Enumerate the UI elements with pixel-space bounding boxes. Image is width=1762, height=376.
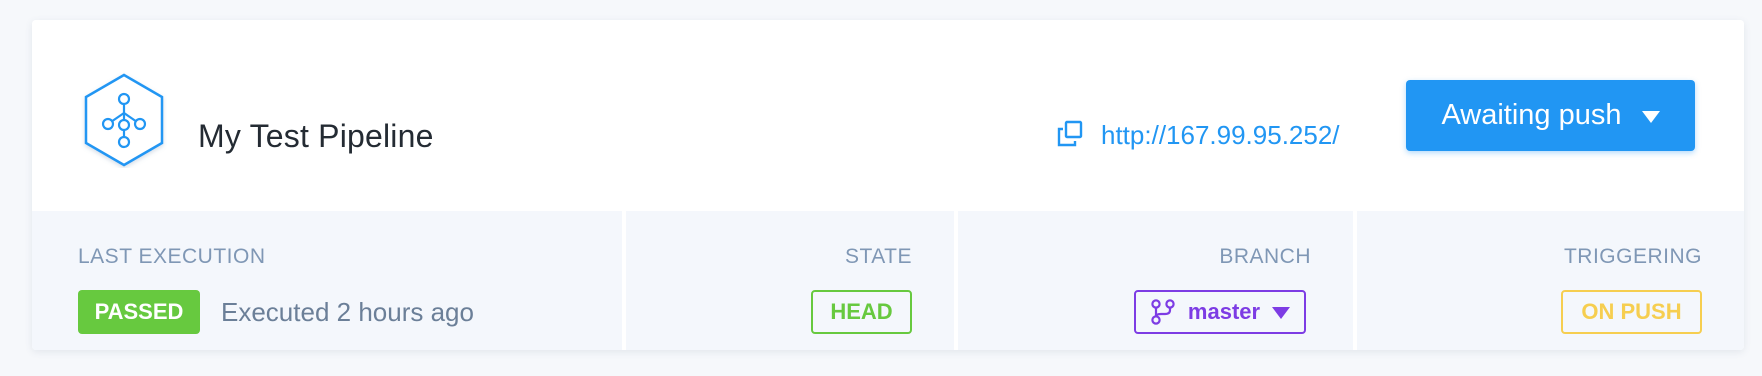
pipeline-status-bar: LAST EXECUTION PASSED Executed 2 hours a…	[32, 211, 1744, 350]
passed-status-badge: PASSED	[78, 290, 200, 334]
pipeline-card: My Test Pipeline http://167.99.95.252/ A…	[32, 20, 1744, 350]
copy-icon[interactable]	[1056, 120, 1084, 148]
pipeline-header: My Test Pipeline http://167.99.95.252/ A…	[32, 20, 1744, 211]
branch-dropdown[interactable]: master	[1134, 290, 1306, 334]
branch-cell: BRANCH master	[958, 211, 1353, 350]
triggering-badge: ON PUSH	[1561, 290, 1702, 334]
last-execution-label: LAST EXECUTION	[78, 245, 266, 268]
awaiting-push-label: Awaiting push	[1441, 99, 1622, 131]
caret-down-icon	[1272, 307, 1291, 319]
state-cell: STATE HEAD	[626, 211, 954, 350]
branch-name: master	[1187, 299, 1261, 324]
execution-time-text: Executed 2 hours ago	[221, 297, 474, 327]
state-badge: HEAD	[811, 290, 912, 334]
pipeline-hexagon-icon	[84, 73, 164, 167]
triggering-cell: TRIGGERING ON PUSH	[1357, 211, 1744, 350]
git-branch-icon	[1151, 299, 1175, 325]
branch-label: BRANCH	[1219, 245, 1311, 268]
awaiting-push-button[interactable]: Awaiting push	[1406, 80, 1695, 151]
state-label: STATE	[844, 245, 912, 268]
pipeline-url-link[interactable]: http://167.99.95.252/	[1056, 120, 1340, 151]
caret-down-icon	[1641, 111, 1660, 123]
pipeline-url-text[interactable]: http://167.99.95.252/	[1101, 120, 1340, 151]
last-execution-cell: LAST EXECUTION PASSED Executed 2 hours a…	[32, 211, 622, 350]
pipeline-title: My Test Pipeline	[198, 118, 434, 154]
triggering-label: TRIGGERING	[1563, 245, 1702, 268]
